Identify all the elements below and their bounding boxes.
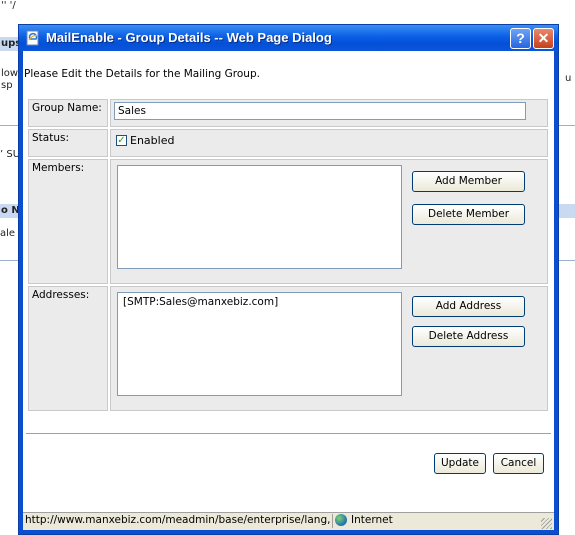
resize-grip[interactable] — [541, 518, 552, 529]
status-cell: ✓ Enabled — [110, 129, 548, 157]
zone-label: Internet — [351, 514, 393, 526]
add-address-button[interactable]: Add Address — [412, 296, 525, 317]
globe-icon — [335, 514, 347, 526]
dialog-content: Please Edit the Details for the Mailing … — [23, 51, 554, 530]
status-label: Status: — [28, 129, 108, 157]
bg-fragment: o N — [1, 205, 20, 216]
members-cell: Add Member Delete Member — [110, 159, 548, 284]
addresses-cell: [SMTP:Sales@manxebiz.com] Add Address De… — [110, 286, 548, 411]
intro-text: Please Edit the Details for the Mailing … — [24, 68, 260, 80]
ie-page-icon — [26, 30, 39, 46]
cancel-button[interactable]: Cancel — [493, 453, 544, 474]
group-form: Group Name: Sales Status: ✓ Enabled Memb… — [26, 97, 550, 413]
delete-member-button[interactable]: Delete Member — [412, 204, 525, 225]
members-label: Members: — [28, 159, 108, 284]
close-button[interactable]: ✕ — [533, 28, 554, 49]
title-bar[interactable]: MailEnable - Group Details -- Web Page D… — [19, 25, 558, 51]
separator — [26, 433, 551, 434]
security-zone: Internet — [335, 514, 393, 526]
update-button[interactable]: Update — [434, 453, 486, 474]
add-member-button[interactable]: Add Member — [412, 171, 525, 192]
status-bar: http://www.manxebiz.com/meadmin/base/ent… — [23, 512, 554, 530]
members-listbox[interactable] — [117, 165, 402, 269]
dialog-window: MailEnable - Group Details -- Web Page D… — [18, 24, 559, 535]
enabled-checkbox[interactable]: ✓ — [116, 134, 127, 146]
group-name-cell: Sales — [110, 99, 548, 127]
bg-line — [0, 125, 20, 126]
enabled-label: Enabled — [130, 133, 175, 147]
delete-address-button[interactable]: Delete Address — [412, 326, 525, 347]
group-name-label: Group Name: — [28, 99, 108, 127]
bg-line — [0, 260, 20, 261]
status-url: http://www.manxebiz.com/meadmin/base/ent… — [25, 514, 333, 528]
bg-fragment: ale — [0, 228, 16, 239]
bg-fragment: u — [565, 73, 572, 84]
addresses-label: Addresses: — [28, 286, 108, 411]
dialog-title: MailEnable - Group Details -- Web Page D… — [46, 30, 332, 45]
address-item[interactable]: [SMTP:Sales@manxebiz.com] — [123, 296, 396, 308]
help-button[interactable]: ? — [510, 28, 531, 49]
close-icon: ✕ — [537, 30, 550, 46]
bg-fragment: '' '/ — [1, 0, 16, 11]
bg-fragment: low — [1, 68, 19, 79]
addresses-listbox[interactable]: [SMTP:Sales@manxebiz.com] — [117, 292, 402, 396]
group-name-input[interactable]: Sales — [114, 102, 526, 120]
bg-fragment: sp — [1, 80, 13, 91]
